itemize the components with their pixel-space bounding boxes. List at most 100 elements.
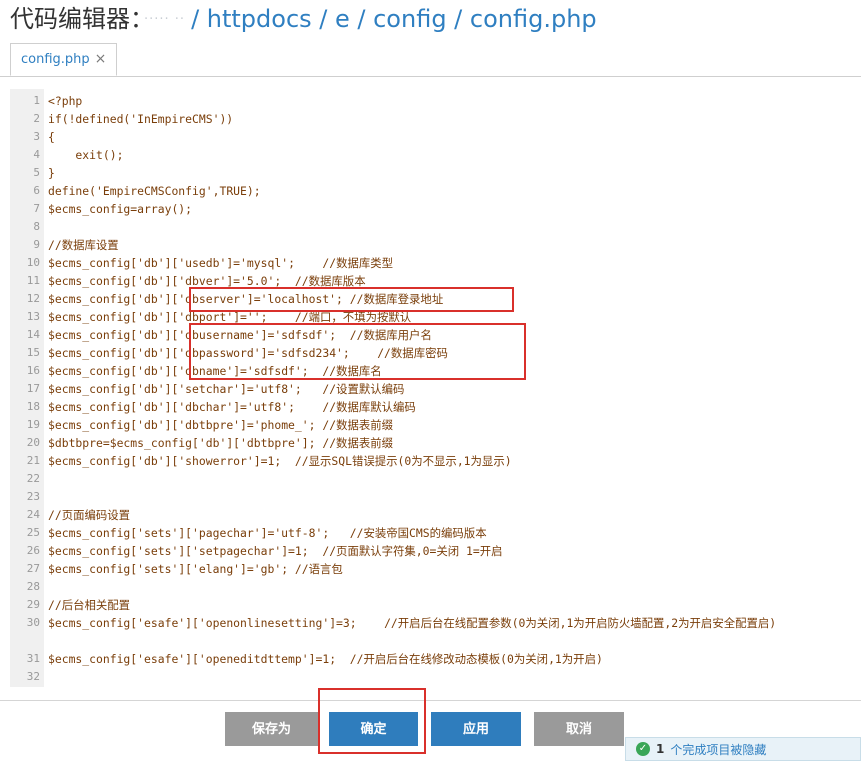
code-line[interactable]: 18 $ecms_config['db']['dbchar']='utf8'; /… <box>10 398 861 416</box>
code-line[interactable]: 8 <box>10 218 861 236</box>
tab-bar: config.php × <box>0 43 861 77</box>
line-number: 6 <box>33 184 40 197</box>
line-number: 19 <box>26 418 40 431</box>
line-number: 7 <box>33 202 40 215</box>
code-text[interactable]: $ecms_config=array(); <box>48 200 859 218</box>
code-text[interactable]: } <box>48 164 859 182</box>
line-number: 13 <box>26 310 40 323</box>
code-line[interactable]: 9 //数据库设置 <box>10 236 861 254</box>
code-line[interactable]: 31 $ecms_config['esafe']['openeditdttemp'… <box>10 650 861 668</box>
tab-label: config.php <box>21 52 90 67</box>
code-line[interactable]: 16 $ecms_config['db']['dbname']='sdfsdf';… <box>10 362 861 380</box>
code-text[interactable]: $ecms_config['db']['dbname']='sdfsdf'; /… <box>48 362 859 380</box>
code-text[interactable]: //数据库设置 <box>48 236 859 254</box>
button-divider <box>0 700 861 701</box>
hidden-items-notice[interactable]: ✓ 1 个完成项目被隐藏 <box>625 737 861 761</box>
code-text[interactable]: $ecms_config['db']['dbserver']='localhos… <box>48 290 859 308</box>
code-text[interactable]: $dbtbpre=$ecms_config['db']['dbtbpre']; … <box>48 434 859 452</box>
line-number: 22 <box>26 472 40 485</box>
code-text[interactable]: <?php <box>48 92 859 110</box>
apply-button[interactable]: 应用 <box>431 712 521 746</box>
check-icon: ✓ <box>636 742 650 756</box>
code-text[interactable]: $ecms_config['sets']['pagechar']='utf-8'… <box>48 524 859 542</box>
line-number: 15 <box>26 346 40 359</box>
line-number: 26 <box>26 544 40 557</box>
code-text[interactable]: //页面编码设置 <box>48 506 859 524</box>
line-number: 16 <box>26 364 40 377</box>
code-text[interactable]: $ecms_config['esafe']['openonlinesetting… <box>48 614 859 632</box>
code-text[interactable]: $ecms_config['db']['dbpassword']='sdfsd2… <box>48 344 859 362</box>
line-number: 21 <box>26 454 40 467</box>
code-line[interactable]: 11 $ecms_config['db']['dbver']='5.0'; //数… <box>10 272 861 290</box>
cancel-button[interactable]: 取消 <box>534 712 624 746</box>
code-text[interactable]: $ecms_config['sets']['setpagechar']=1; /… <box>48 542 859 560</box>
code-line[interactable]: 21 $ecms_config['db']['showerror']=1; //显… <box>10 452 861 470</box>
code-line[interactable]: 29 //后台相关配置 <box>10 596 861 614</box>
code-line[interactable]: 4 exit(); <box>10 146 861 164</box>
code-line[interactable]: 23 <box>10 488 861 506</box>
line-number: 9 <box>33 238 40 251</box>
code-line[interactable]: 32 <box>10 668 861 686</box>
hidden-count: 1 <box>656 742 665 756</box>
file-path-breadcrumb[interactable]: / httpdocs / e / config / config.php <box>191 5 597 33</box>
code-editor[interactable]: 1 <?php 2 if(!defined('InEmpireCMS')) 3{4 ex… <box>10 89 861 687</box>
code-line[interactable]: 1 <?php <box>10 92 861 110</box>
code-text[interactable]: //后台相关配置 <box>48 596 859 614</box>
save-as-button[interactable]: 保存为 <box>225 712 318 746</box>
line-number: 27 <box>26 562 40 575</box>
editor-title-label: 代码编辑器： <box>10 5 142 33</box>
code-line[interactable]: 24 //页面编码设置 <box>10 506 861 524</box>
line-number: 23 <box>26 490 40 503</box>
line-number: 2 <box>33 112 40 125</box>
code-line[interactable]: 28 <box>10 578 861 596</box>
hidden-message: 个完成项目被隐藏 <box>670 742 767 757</box>
code-lines: 1 <?php 2 if(!defined('InEmpireCMS')) 3{4 ex… <box>10 92 861 686</box>
code-line[interactable]: 30 $ecms_config['esafe']['openonlinesetti… <box>10 614 861 650</box>
host-name: ····· ·· <box>144 12 186 27</box>
code-text[interactable]: exit(); <box>48 146 859 164</box>
code-text[interactable]: $ecms_config['sets']['elang']='gb'; //语言… <box>48 560 859 578</box>
code-line[interactable]: 5} <box>10 164 861 182</box>
code-text[interactable]: define('EmpireCMSConfig',TRUE); <box>48 182 859 200</box>
code-text[interactable]: $ecms_config['db']['dbport']=''; //端口，不填… <box>48 308 859 326</box>
close-icon[interactable]: × <box>95 43 107 76</box>
code-line[interactable]: 13 $ecms_config['db']['dbport']=''; //端口，… <box>10 308 861 326</box>
line-number: 17 <box>26 382 40 395</box>
line-number: 1 <box>33 94 40 107</box>
line-number: 8 <box>33 220 40 233</box>
line-number: 10 <box>26 256 40 269</box>
code-line[interactable]: 12 $ecms_config['db']['dbserver']='localh… <box>10 290 861 308</box>
code-text[interactable]: $ecms_config['db']['dbtbpre']='phome_'; … <box>48 416 859 434</box>
code-text[interactable]: { <box>48 128 859 146</box>
code-line[interactable]: 22 <box>10 470 861 488</box>
confirm-button[interactable]: 确定 <box>329 712 418 746</box>
code-line[interactable]: 20 $dbtbpre=$ecms_config['db']['dbtbpre']… <box>10 434 861 452</box>
code-text[interactable]: if(!defined('InEmpireCMS')) <box>48 110 859 128</box>
code-text[interactable]: $ecms_config['db']['usedb']='mysql'; //数… <box>48 254 859 272</box>
code-text[interactable]: $ecms_config['db']['dbusername']='sdfsdf… <box>48 326 859 344</box>
code-text[interactable]: $ecms_config['db']['dbchar']='utf8'; //数… <box>48 398 859 416</box>
line-number: 25 <box>26 526 40 539</box>
code-line[interactable]: 7 $ecms_config=array(); <box>10 200 861 218</box>
code-text[interactable]: $ecms_config['esafe']['openeditdttemp']=… <box>48 650 859 668</box>
code-line[interactable]: 6 define('EmpireCMSConfig',TRUE); <box>10 182 861 200</box>
code-text[interactable]: $ecms_config['db']['dbver']='5.0'; //数据库… <box>48 272 859 290</box>
tab-config-php[interactable]: config.php × <box>10 43 118 76</box>
code-text[interactable]: $ecms_config['db']['setchar']='utf8'; //… <box>48 380 859 398</box>
code-line[interactable]: 2 if(!defined('InEmpireCMS')) <box>10 110 861 128</box>
code-line[interactable]: 25 $ecms_config['sets']['pagechar']='utf-… <box>10 524 861 542</box>
line-number: 31 <box>26 652 40 665</box>
code-line[interactable]: 3{ <box>10 128 861 146</box>
code-line[interactable]: 10 $ecms_config['db']['usedb']='mysql'; /… <box>10 254 861 272</box>
line-number: 24 <box>26 508 40 521</box>
code-line[interactable]: 15 $ecms_config['db']['dbpassword']='sdfs… <box>10 344 861 362</box>
code-line[interactable]: 27 $ecms_config['sets']['elang']='gb'; //… <box>10 560 861 578</box>
code-line[interactable]: 26 $ecms_config['sets']['setpagechar']=1;… <box>10 542 861 560</box>
code-line[interactable]: 17 $ecms_config['db']['setchar']='utf8'; … <box>10 380 861 398</box>
line-number: 12 <box>26 292 40 305</box>
code-line[interactable]: 19 $ecms_config['db']['dbtbpre']='phome_'… <box>10 416 861 434</box>
code-text[interactable]: $ecms_config['db']['showerror']=1; //显示S… <box>48 452 859 470</box>
line-number: 18 <box>26 400 40 413</box>
line-number: 20 <box>26 436 40 449</box>
code-line[interactable]: 14 $ecms_config['db']['dbusername']='sdfs… <box>10 326 861 344</box>
